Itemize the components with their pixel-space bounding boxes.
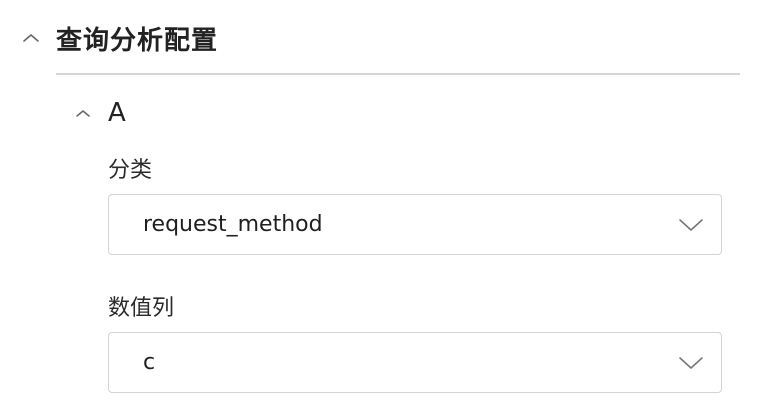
chevron-up-icon[interactable] xyxy=(72,102,94,124)
section-header-query-analysis[interactable]: 查询分析配置 xyxy=(18,16,218,60)
value-column-select[interactable]: c xyxy=(108,332,722,393)
value-column-label: 数值列 xyxy=(108,296,175,321)
section-title: 查询分析配置 xyxy=(56,25,219,56)
section-divider xyxy=(56,73,740,75)
chevron-up-icon[interactable] xyxy=(18,25,44,51)
category-select-value: request_method xyxy=(143,212,323,237)
category-label: 分类 xyxy=(108,158,153,183)
chevron-down-icon xyxy=(677,349,705,377)
value-column-select-value: c xyxy=(143,350,156,375)
chevron-down-icon xyxy=(677,211,705,239)
group-header-a[interactable]: A xyxy=(72,94,126,132)
group-title: A xyxy=(108,98,126,128)
category-select[interactable]: request_method xyxy=(108,194,722,255)
query-analysis-config-panel: 查询分析配置 A 分类 request_method 数值列 c xyxy=(0,0,758,414)
